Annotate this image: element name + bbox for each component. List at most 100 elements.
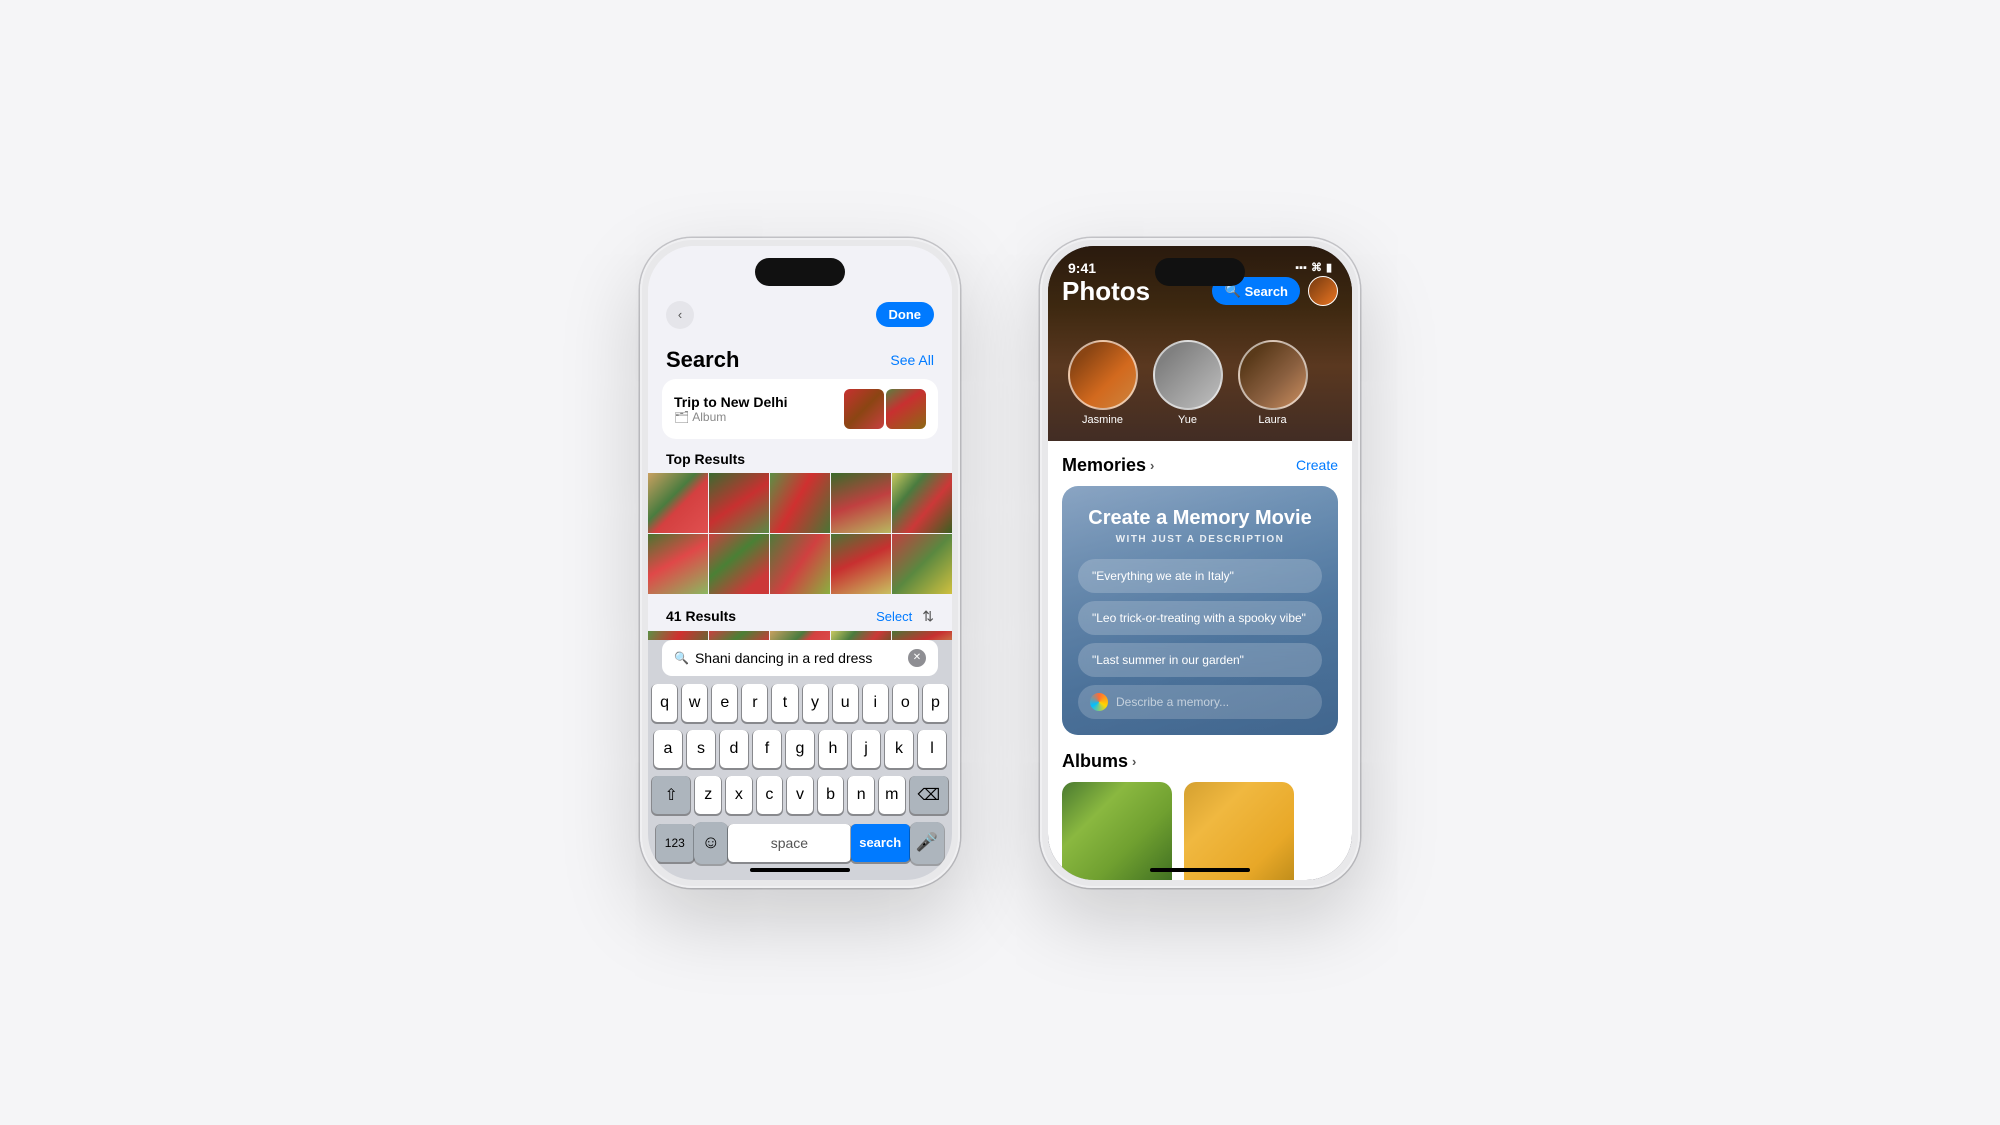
memory-describe-input[interactable]: Describe a memory...	[1078, 685, 1322, 719]
albums-chevron: ›	[1132, 754, 1136, 769]
key-l[interactable]: l	[918, 730, 946, 768]
key-p[interactable]: p	[923, 684, 948, 722]
memories-section-header: Memories › Create	[1048, 455, 1352, 486]
key-c[interactable]: c	[757, 776, 783, 814]
key-f[interactable]: f	[753, 730, 781, 768]
memory-input-placeholder: Describe a memory...	[1116, 695, 1229, 709]
key-delete[interactable]: ⌫	[910, 776, 948, 814]
memory-input-icon	[1090, 693, 1108, 711]
dynamic-island-2	[1155, 258, 1245, 286]
search-pill-label: Search	[1245, 284, 1288, 299]
search-input-text: Shani dancing in a red dress	[695, 650, 902, 666]
album-info: Trip to New Delhi 🗂 Album	[674, 394, 788, 424]
sort-icon[interactable]: ⇅	[922, 608, 934, 625]
partial-photo-row	[648, 631, 952, 640]
key-i[interactable]: i	[863, 684, 888, 722]
album-test[interactable]: Test 159	[1184, 782, 1294, 880]
photo-cell-8[interactable]	[770, 534, 830, 594]
seaside-photo	[1062, 782, 1172, 880]
albums-section-header: Albums ›	[1048, 751, 1352, 782]
key-b[interactable]: b	[818, 776, 844, 814]
partial-cell-1	[648, 631, 708, 640]
memory-movie-card[interactable]: Create a Memory Movie WITH JUST A DESCRI…	[1062, 486, 1338, 735]
partial-cell-3	[770, 631, 830, 640]
search-icon: 🔍	[674, 651, 689, 665]
done-button[interactable]: Done	[876, 302, 935, 327]
memory-suggestion-2[interactable]: "Leo trick-or-treating with a spooky vib…	[1078, 601, 1322, 635]
key-t[interactable]: t	[772, 684, 797, 722]
key-q[interactable]: q	[652, 684, 677, 722]
home-indicator-1	[750, 868, 850, 872]
photo-cell-4[interactable]	[831, 473, 891, 533]
key-emoji[interactable]: ☺	[694, 822, 728, 864]
phone2-screen: 9:41 ▪▪▪ ⌘ ▮ Jasmine Yue	[1048, 246, 1352, 880]
battery-icon: ▮	[1326, 261, 1332, 274]
photo-cell-5[interactable]	[892, 473, 952, 533]
person-laura[interactable]: Laura	[1230, 340, 1315, 426]
select-button[interactable]: Select	[876, 609, 912, 624]
key-s[interactable]: s	[687, 730, 715, 768]
key-a[interactable]: a	[654, 730, 682, 768]
memory-suggestion-3[interactable]: "Last summer in our garden"	[1078, 643, 1322, 677]
signal-icon: ▪▪▪	[1295, 262, 1307, 274]
album-card[interactable]: Trip to New Delhi 🗂 Album	[662, 379, 938, 439]
photos-main-content: Memories › Create Create a Memory Movie …	[1048, 441, 1352, 880]
see-all-link[interactable]: See All	[890, 352, 934, 368]
albums-row: Seaside idyll 63 Test 159	[1048, 782, 1352, 880]
key-d[interactable]: d	[720, 730, 748, 768]
photo-cell-1[interactable]	[648, 473, 708, 533]
key-u[interactable]: u	[833, 684, 858, 722]
key-w[interactable]: w	[682, 684, 707, 722]
search-bar[interactable]: 🔍 Shani dancing in a red dress ✕	[662, 640, 938, 676]
key-x[interactable]: x	[726, 776, 752, 814]
photo-cell-6[interactable]	[648, 534, 708, 594]
photo-cell-10[interactable]	[892, 534, 952, 594]
key-h[interactable]: h	[819, 730, 847, 768]
key-space[interactable]: space	[728, 824, 851, 862]
person-jasmine[interactable]: Jasmine	[1060, 340, 1145, 426]
key-n[interactable]: n	[848, 776, 874, 814]
key-mic[interactable]: 🎤	[910, 822, 944, 864]
avatar-yue	[1153, 340, 1223, 410]
key-k[interactable]: k	[885, 730, 913, 768]
memory-suggestion-1[interactable]: "Everything we ate in Italy"	[1078, 559, 1322, 593]
clear-button[interactable]: ✕	[908, 649, 926, 667]
photo-cell-2[interactable]	[709, 473, 769, 533]
key-j[interactable]: j	[852, 730, 880, 768]
back-button[interactable]: ‹	[666, 301, 694, 329]
create-link[interactable]: Create	[1296, 457, 1338, 473]
key-m[interactable]: m	[879, 776, 905, 814]
keyboard-row-3: ⇧ z x c v b n m ⌫	[652, 776, 948, 814]
key-r[interactable]: r	[742, 684, 767, 722]
user-avatar-button[interactable]	[1308, 276, 1338, 306]
photo-cell-7[interactable]	[709, 534, 769, 594]
albums-title: Albums ›	[1062, 751, 1136, 772]
key-g[interactable]: g	[786, 730, 814, 768]
album-seaside[interactable]: Seaside idyll 63	[1062, 782, 1172, 880]
search-section-header: Search See All	[648, 341, 952, 379]
key-z[interactable]: z	[695, 776, 721, 814]
phone-2: 9:41 ▪▪▪ ⌘ ▮ Jasmine Yue	[1040, 238, 1360, 888]
key-shift[interactable]: ⇧	[652, 776, 690, 814]
keyboard-bottom-row: 123 ☺ space search 🎤	[652, 822, 948, 864]
album-icon: 🗂	[674, 410, 689, 424]
phone1-screen: ‹ Done Search See All Trip to New Delhi …	[648, 246, 952, 880]
search-title: Search	[666, 347, 739, 373]
results-count: 41 Results	[666, 608, 736, 624]
photos-title: Photos	[1062, 276, 1150, 307]
key-v[interactable]: v	[787, 776, 813, 814]
memory-card-subtitle: WITH JUST A DESCRIPTION	[1078, 534, 1322, 545]
album-title: Trip to New Delhi	[674, 394, 788, 410]
key-y[interactable]: y	[803, 684, 828, 722]
content-inner: Memories › Create Create a Memory Movie …	[1048, 441, 1352, 880]
photo-cell-9[interactable]	[831, 534, 891, 594]
search-content: Search See All Trip to New Delhi 🗂 Album	[648, 337, 952, 640]
key-search[interactable]: search	[851, 824, 910, 862]
person-yue[interactable]: Yue	[1145, 340, 1230, 426]
person-name-yue: Yue	[1178, 414, 1197, 426]
results-bar: 41 Results Select ⇅	[648, 602, 952, 631]
key-o[interactable]: o	[893, 684, 918, 722]
photo-cell-3[interactable]	[770, 473, 830, 533]
key-numbers[interactable]: 123	[656, 824, 694, 862]
key-e[interactable]: e	[712, 684, 737, 722]
